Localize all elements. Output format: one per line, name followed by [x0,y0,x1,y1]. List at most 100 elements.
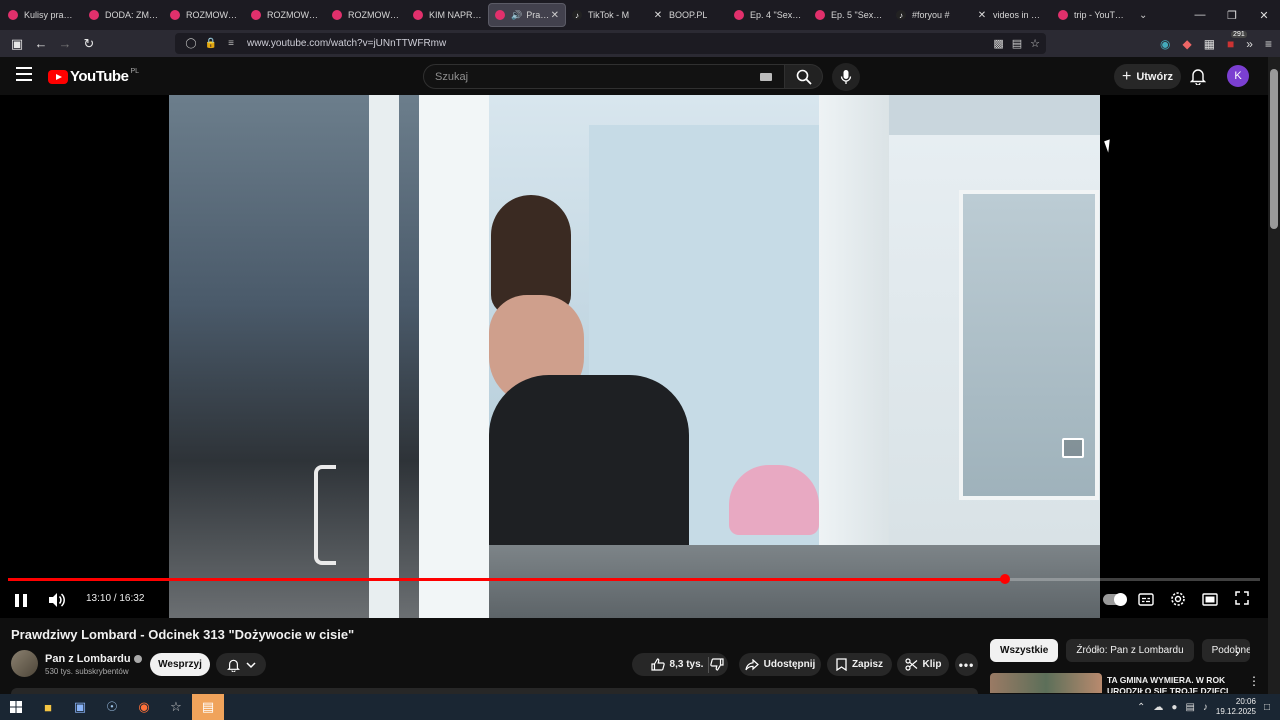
subscription-bell-button[interactable] [216,653,266,676]
video-frame[interactable] [169,95,1100,618]
progress-bar[interactable] [8,574,1260,584]
browser-tab[interactable]: Ep. 5 "Sexual B [809,3,890,27]
time-display: 13:10 / 16:32 [86,593,145,604]
close-window-button[interactable]: ✕ [1248,0,1280,30]
browser-tab[interactable]: ♪ #foryou # [890,3,971,27]
forward-button[interactable]: → [53,32,77,56]
file-explorer-icon[interactable]: ■ [32,694,64,720]
restore-button[interactable]: ❐ [1216,0,1248,30]
bookmark-star-icon[interactable]: ☆ [1030,37,1040,50]
share-button[interactable]: Udostępnij [739,653,821,676]
recommended-thumbnail[interactable] [990,673,1102,693]
reader-view-icon[interactable]: ▤ [1012,37,1022,50]
miniplayer-icon[interactable] [1062,438,1084,458]
browser-tab[interactable]: ♪ TikTok - M [566,3,647,27]
back-button[interactable]: ← [29,32,53,56]
speaker-icon[interactable]: ♪ [1203,702,1208,713]
minimize-button[interactable]: — [1184,0,1216,30]
speaker-icon[interactable]: 🔊 [511,10,522,21]
scrollbar-thumb[interactable] [1270,69,1278,229]
channel-avatar[interactable] [11,650,38,677]
address-bar[interactable]: ◯ 🔒 ≡ www.youtube.com/watch?v=jUNnTTWFRm… [175,33,1046,54]
browser-tab[interactable]: Kulisy pracy pr [2,3,83,27]
volume-button[interactable] [48,592,66,608]
page-scrollbar[interactable] [1268,57,1280,694]
system-clock[interactable]: 20:06 19.12.2025 [1216,697,1256,717]
notifications-center-icon[interactable]: □ [1264,702,1270,713]
save-button[interactable]: Zapisz [827,653,892,676]
cloud-icon[interactable]: ☁ [1153,702,1163,713]
chevron-up-icon[interactable]: ⌃ [1137,702,1145,713]
more-vertical-icon[interactable]: ⋮ [1248,674,1260,688]
firefox-icon[interactable]: ◉ [128,694,160,720]
youtube-logo[interactable]: YouTube PL [48,68,139,85]
x-icon: ✕ [653,9,663,21]
browser-tab[interactable]: trip - YouTube [1052,3,1133,27]
channel-name[interactable]: Pan z Lombardu [45,653,142,665]
monitor-app-icon[interactable]: ▣ [64,694,96,720]
fullscreen-button[interactable] [1235,591,1249,605]
tab-label: Kulisy pracy pr [24,10,77,20]
chip-similar[interactable]: Podobne [1201,639,1250,662]
account-avatar[interactable]: K [1227,65,1249,87]
vpn-extension-icon[interactable]: ◉ [1160,37,1170,51]
keyboard-icon[interactable] [760,73,772,81]
extensions-puzzle-icon[interactable]: ▦ [1204,37,1215,51]
browser-tab[interactable]: ROZMOWY W [164,3,245,27]
dislike-button[interactable] [706,653,728,676]
windows-start-icon[interactable] [0,694,32,720]
microphone-tray-icon[interactable]: ● [1171,702,1177,713]
browser-tab[interactable]: Ep. 4 "Sexual B [728,3,809,27]
tiktok-icon: ♪ [572,10,582,20]
steam-icon[interactable]: ☉ [96,694,128,720]
browser-tab[interactable]: DODA: ZMYŚL [83,3,164,27]
guide-menu-icon[interactable] [16,67,32,81]
support-button[interactable]: Wesprzyj [150,653,210,676]
url-text[interactable]: www.youtube.com/watch?v=jUNnTTWFRmw [247,38,446,49]
channel-name-text[interactable]: Pan z Lombardu [45,653,131,665]
pause-button[interactable] [13,592,29,608]
theater-mode-button[interactable] [1202,592,1218,606]
browser-tab[interactable]: ROZMOWY W [245,3,326,27]
like-count: 8,3 tys. [669,659,704,670]
more-actions-button[interactable]: ••• [955,653,978,676]
browser-tab[interactable]: ✕ videos in my fe [971,3,1052,27]
browser-tab[interactable]: ROZMOWY W [326,3,407,27]
search-button[interactable] [785,64,823,89]
autoplay-toggle[interactable] [1103,593,1127,606]
fox-extension-icon[interactable]: ◆ [1182,37,1191,51]
create-button[interactable]: + Utwórz [1114,64,1181,89]
scissors-icon [904,658,917,671]
chip-all[interactable]: Wszystkie [990,639,1059,662]
browser-tab[interactable]: KIM NAPRAWI [407,3,488,27]
reload-button[interactable]: ↻ [77,32,101,56]
search-input[interactable]: Szukaj [423,64,785,89]
chevron-right-icon[interactable]: › [1235,645,1239,660]
shield-icon[interactable]: ◯ [183,38,199,49]
menu-icon[interactable]: ≡ [1265,37,1272,51]
chip-source[interactable]: Źródło: Pan z Lombardu [1066,639,1194,662]
app-icon[interactable]: ☆ [160,694,192,720]
clip-button[interactable]: Klip [897,653,949,676]
permissions-icon[interactable]: ≡ [223,38,239,49]
notifications-button[interactable] [1189,67,1208,86]
more-tools-icon[interactable]: » [1246,37,1253,51]
browser-tab[interactable]: ✕ BOOP.PL [647,3,728,27]
lock-icon[interactable]: 🔒 [203,38,219,49]
active-app-icon[interactable]: ▤ [192,694,224,720]
video-player[interactable] [0,95,1268,618]
tab-active[interactable]: 🔊 Prawdz✕ [488,3,566,27]
list-all-tabs-icon[interactable]: ⌄ [1139,10,1147,21]
recommended-title[interactable]: TA GMINA WYMIERA. W ROK URODZIŁO SIĘ TRO… [1107,675,1232,693]
like-button[interactable]: 8,3 tys. [650,658,704,671]
settings-button[interactable]: HD [1170,591,1186,607]
progress-scrubber[interactable] [999,574,1010,584]
subtitles-icon [1138,592,1154,606]
picture-in-picture-icon[interactable]: ▩ [993,37,1003,50]
sidebar-toggle-icon[interactable]: ▣ [5,32,29,56]
adblock-extension-icon[interactable]: ■ 291 [1227,30,1247,51]
voice-search-button[interactable] [832,63,860,91]
close-tab-icon[interactable]: ✕ [551,10,559,21]
subtitles-button[interactable] [1138,592,1154,606]
network-icon[interactable]: ▤ [1185,702,1194,713]
